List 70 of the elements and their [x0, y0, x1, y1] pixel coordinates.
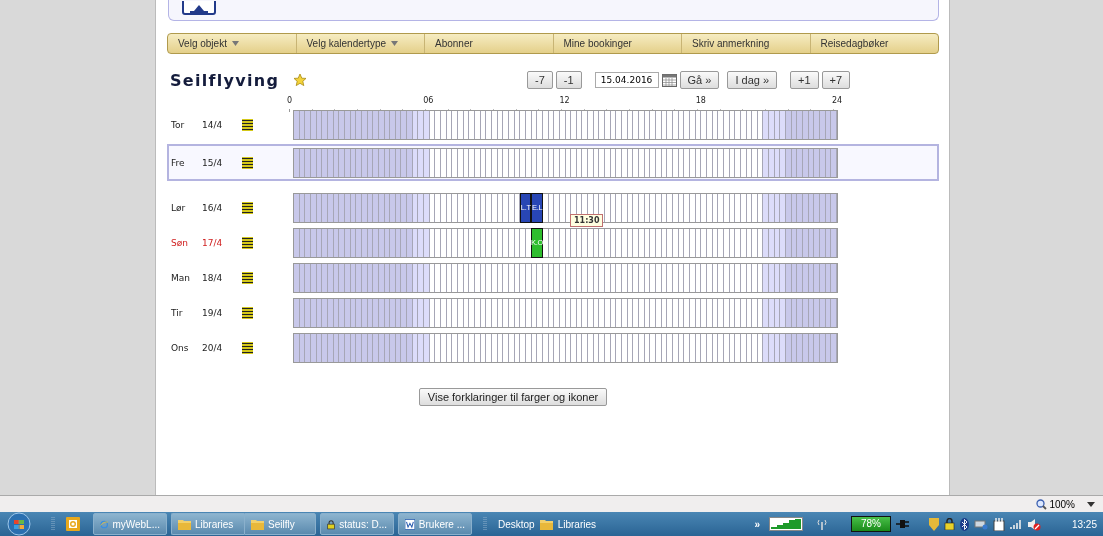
date-label: 15/4 — [202, 157, 224, 168]
axis-label: 06 — [423, 96, 434, 105]
axis-label: 12 — [559, 96, 570, 105]
weekday-label: Fre — [171, 157, 186, 168]
legend-button[interactable]: Vise forklaringer til farger og ikoner — [418, 388, 608, 406]
weekday-label: Ons — [171, 342, 190, 353]
menu-item[interactable]: Abonner — [424, 34, 553, 53]
date-label: 14/4 — [202, 119, 224, 130]
previous-button[interactable]: -7 — [527, 71, 553, 89]
lock-icon[interactable] — [943, 518, 955, 530]
signal-icon[interactable] — [768, 517, 803, 531]
plug-icon[interactable] — [895, 519, 910, 529]
axis-label: 24 — [832, 96, 843, 105]
page-title: Seilflyving — [170, 70, 280, 90]
today-button[interactable]: I dag » — [727, 71, 778, 89]
date-label: 20/4 — [202, 342, 224, 353]
list-icon[interactable] — [242, 271, 253, 284]
lock-icon — [327, 517, 336, 531]
menu-item[interactable]: Velg objekt — [168, 34, 296, 53]
weekday-label: Søn — [171, 237, 189, 248]
go-button[interactable]: Gå » — [679, 71, 720, 89]
grip-icon — [51, 516, 55, 532]
toolbar-label[interactable]: Libraries — [557, 518, 597, 530]
axis-label: 0 — [287, 96, 293, 105]
usb-icon[interactable] — [992, 517, 1005, 531]
zoom-level[interactable]: 100% — [1049, 498, 1075, 510]
menu-item[interactable]: Velg kalendertype — [295, 34, 424, 53]
next-button[interactable]: +1 — [790, 71, 819, 89]
document-icon — [405, 517, 415, 531]
list-icon[interactable] — [242, 118, 253, 131]
grip-icon — [483, 516, 487, 532]
date-field[interactable]: 15.04.2016 — [594, 72, 659, 88]
selected-day-row[interactable]: Fre 15/4 — [167, 144, 939, 181]
menu-item[interactable]: Reisedagbøker — [809, 34, 938, 53]
date-label: 17/4 — [202, 237, 224, 248]
date-label: 19/4 — [202, 307, 224, 318]
mute-icon[interactable] — [1026, 517, 1041, 531]
caret-icon — [391, 41, 398, 46]
list-icon[interactable] — [242, 156, 253, 169]
calendar-icon[interactable] — [661, 73, 677, 87]
date-label: 18/4 — [202, 272, 224, 283]
toolbar-label[interactable]: Desktop — [498, 518, 535, 530]
date-label: 16/4 — [202, 202, 224, 213]
list-icon[interactable] — [242, 201, 253, 214]
chevron-button[interactable]: » — [754, 518, 760, 530]
weekday-label: Tor — [171, 119, 186, 130]
menu-item[interactable]: Skriv anmerkning — [681, 34, 810, 53]
start-button[interactable] — [4, 512, 34, 536]
weekday-label: Tir — [171, 307, 184, 318]
folder-icon[interactable] — [539, 518, 553, 530]
list-icon[interactable] — [242, 306, 253, 319]
list-icon[interactable] — [242, 341, 253, 354]
list-icon[interactable] — [242, 236, 253, 249]
folder-icon — [251, 518, 264, 530]
bluetooth-icon[interactable] — [959, 517, 969, 531]
next-button[interactable]: +7 — [821, 71, 851, 89]
network-icon[interactable] — [973, 518, 988, 530]
antenna-icon[interactable] — [815, 518, 828, 530]
caret-icon — [231, 41, 239, 46]
weekday-label: Lør — [171, 202, 187, 213]
axis-label: 18 — [695, 96, 706, 105]
menu-item[interactable]: Mine bookinger — [552, 34, 681, 53]
star-icon[interactable] — [293, 73, 308, 87]
weekday-label: Man — [171, 272, 191, 283]
previous-button[interactable]: -1 — [555, 71, 582, 89]
zoom-icon[interactable] — [1036, 498, 1048, 510]
clock[interactable]: 13:25 — [1071, 518, 1097, 530]
caret-icon[interactable] — [1087, 501, 1095, 507]
folder-icon — [178, 518, 191, 530]
timeline-bar[interactable] — [293, 192, 838, 223]
